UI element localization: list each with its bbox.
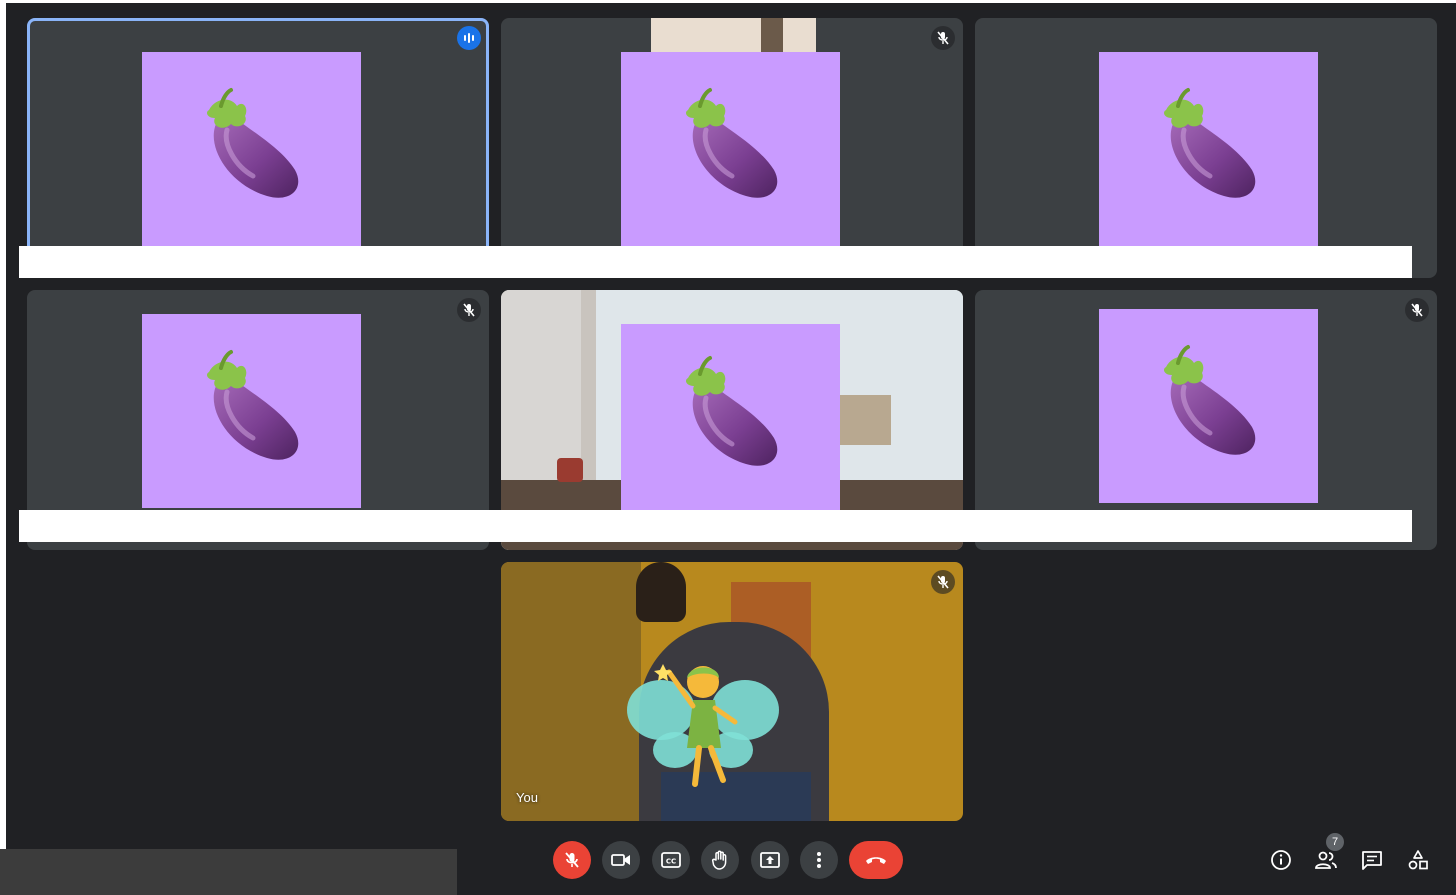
chat-button[interactable] (1357, 845, 1387, 875)
painting-pattern-left (501, 562, 641, 821)
more-options-button[interactable] (800, 841, 838, 879)
mic-muted-icon (931, 26, 955, 50)
closed-caption-icon: CC (661, 852, 681, 868)
mic-muted-icon (1405, 298, 1429, 322)
people-icon (1315, 851, 1337, 869)
captions-button[interactable]: CC (652, 841, 690, 879)
building-outside (831, 395, 891, 445)
self-view-tile[interactable]: You (501, 562, 963, 821)
more-vert-icon (817, 852, 821, 868)
eggplant-icon (187, 84, 317, 214)
meeting-details-panel (0, 849, 457, 895)
leave-call-button[interactable] (849, 841, 903, 879)
activities-icon (1408, 850, 1428, 870)
participant-tile-1[interactable] (27, 18, 489, 278)
eggplant-icon (666, 352, 796, 482)
eggplant-icon (1144, 341, 1274, 471)
participant-count-badge: 7 (1326, 833, 1344, 851)
svg-text:CC: CC (666, 858, 676, 866)
raise-hand-button[interactable] (701, 841, 739, 879)
eggplant-avatar (621, 52, 840, 246)
eggplant-avatar (1099, 52, 1318, 246)
self-name-label: You (516, 790, 538, 805)
eggplant-icon (666, 84, 796, 214)
eggplant-icon (1144, 84, 1274, 214)
present-screen-button[interactable] (751, 841, 789, 879)
eggplant-avatar (621, 324, 840, 510)
camera-toggle-button[interactable] (602, 841, 640, 879)
mic-muted-icon (931, 570, 955, 594)
eggplant-avatar (142, 52, 361, 246)
painting-figure-head (636, 562, 686, 622)
mic-muted-icon (457, 298, 481, 322)
call-end-icon (866, 857, 886, 864)
video-background (651, 18, 816, 52)
participant-tile-2[interactable] (501, 18, 963, 278)
eggplant-avatar (1099, 309, 1318, 503)
mic-off-icon (565, 852, 579, 868)
red-mug (557, 458, 583, 482)
video-background-detail (761, 18, 783, 52)
participant-tile-3[interactable] (975, 18, 1437, 278)
eggplant-icon (187, 346, 317, 476)
present-screen-icon (760, 852, 780, 868)
redaction-bar (19, 246, 1412, 278)
activities-button[interactable] (1403, 845, 1433, 875)
speaking-indicator-icon (457, 26, 481, 50)
eggplant-avatar (142, 314, 361, 508)
mic-toggle-button[interactable] (553, 841, 591, 879)
chat-icon (1362, 851, 1382, 870)
videocam-icon (611, 854, 630, 866)
fairy-icon (627, 664, 779, 787)
hand-icon (712, 850, 727, 870)
redaction-bar (19, 510, 1412, 542)
meeting-info-button[interactable] (1266, 845, 1296, 875)
info-icon (1271, 850, 1291, 870)
